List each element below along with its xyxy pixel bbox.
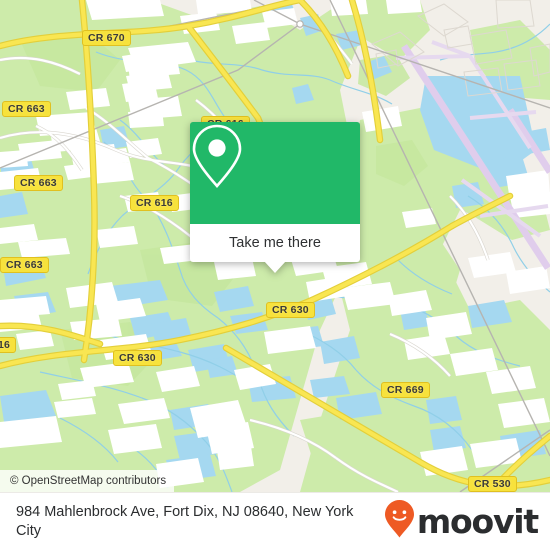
map-rail-junction	[296, 20, 304, 28]
map-canvas[interactable]: CR 670 CR 663 CR 663 CR 616 CR 663 CR 61…	[0, 0, 550, 492]
popup-pointer-tail	[264, 261, 286, 273]
road-shield: 16	[0, 337, 17, 353]
road-shield: CR 670	[82, 30, 131, 46]
road-shield: CR 630	[113, 350, 162, 366]
road-shield: CR 616	[130, 195, 179, 211]
address-label: 984 Mahlenbrock Ave, Fort Dix, NJ 08640,…	[16, 503, 354, 539]
location-popup-card[interactable]: Take me there	[190, 122, 360, 273]
take-me-there-label: Take me there	[229, 235, 321, 251]
footer-bar: 984 Mahlenbrock Ave, Fort Dix, NJ 08640,…	[0, 492, 550, 550]
road-shield: CR 669	[381, 382, 430, 398]
moovit-wordmark: moovit	[416, 502, 539, 541]
road-shield: CR 663	[2, 101, 51, 117]
road-shield: CR 663	[0, 257, 49, 273]
popup-header	[190, 122, 360, 224]
moovit-logo[interactable]: moovit	[384, 499, 539, 544]
take-me-there-button[interactable]: Take me there	[190, 224, 360, 262]
road-shield: CR 530	[468, 476, 517, 492]
moovit-pin-icon	[384, 499, 415, 544]
road-shield: CR 630	[266, 302, 315, 318]
attribution-text: © OpenStreetMap contributors	[10, 475, 167, 487]
road-shield: CR 663	[14, 175, 63, 191]
map-screen: CR 670 CR 663 CR 663 CR 616 CR 663 CR 61…	[0, 0, 550, 550]
map-attribution[interactable]: © OpenStreetMap contributors	[0, 470, 175, 492]
